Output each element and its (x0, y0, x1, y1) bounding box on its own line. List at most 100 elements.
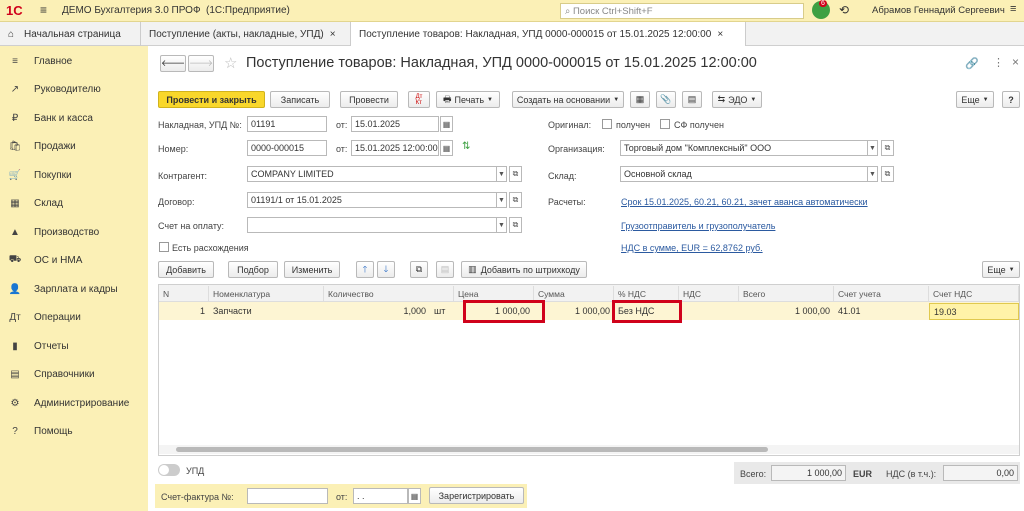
pay-account-field[interactable] (247, 217, 497, 233)
sf-number-field[interactable] (247, 488, 328, 504)
close-icon[interactable]: × (717, 29, 723, 40)
more-button[interactable]: Еще ▼ (956, 91, 994, 108)
post-and-close-button[interactable]: Провести и закрыть (158, 91, 265, 108)
back-button[interactable]: 🡐 (160, 55, 186, 72)
link-icon[interactable]: 🔗 (965, 57, 979, 70)
post-button[interactable]: Провести (340, 91, 398, 108)
chevron-down-icon[interactable]: ▼ (868, 140, 878, 156)
sidebar-item-11[interactable]: ▤ Справочники (0, 364, 148, 386)
open-form-icon[interactable]: ⧉ (509, 217, 522, 233)
discrepancy-checkbox[interactable] (159, 242, 169, 252)
sf-received-checkbox[interactable] (660, 119, 670, 129)
copy-row-button[interactable]: ⧉ (410, 261, 428, 278)
cell-total[interactable]: 1 000,00 (739, 303, 834, 320)
attach-button[interactable]: 📎 (656, 91, 676, 108)
user-name[interactable]: Абрамов Геннадий Сергеевич (872, 5, 1005, 16)
history-icon[interactable]: ⟲ (839, 3, 849, 17)
sidebar-item-13[interactable]: ? Помощь (0, 421, 148, 443)
refresh-green-icon[interactable]: ⇅ (462, 141, 470, 152)
doc-date-field[interactable]: 15.01.2025 12:00:00 (351, 140, 439, 156)
open-form-icon[interactable]: ⧉ (881, 140, 894, 156)
chevron-down-icon[interactable]: ▼ (497, 192, 507, 208)
sidebar-item-1[interactable]: ↗ Руководителю (0, 79, 148, 101)
counterparty-field[interactable]: COMPANY LIMITED (247, 166, 497, 182)
open-form-icon[interactable]: ⧉ (509, 166, 522, 182)
cell-vat[interactable] (679, 303, 739, 320)
calendar-icon[interactable]: ▦ (440, 116, 453, 132)
help-button[interactable]: ? (1002, 91, 1020, 108)
sidebar-item-10[interactable]: ▮ Отчеты (0, 335, 148, 357)
sidebar-item-6[interactable]: ▲ Производство (0, 221, 148, 243)
sidebar-item-9[interactable]: Дт Операции (0, 307, 148, 329)
chevron-down-icon[interactable]: ▼ (497, 166, 507, 182)
column-header[interactable]: Счет учета (834, 286, 929, 302)
structure-button[interactable]: ▦ (630, 91, 650, 108)
warehouse-field[interactable]: Основной склад (620, 166, 868, 182)
h-scrollbar-thumb[interactable] (176, 447, 768, 452)
column-header[interactable]: НДС (679, 286, 739, 302)
sidebar-item-8[interactable]: 👤 Зарплата и кадры (0, 278, 148, 300)
window-menu-icon[interactable]: ≡ (1010, 3, 1016, 15)
cell-qty[interactable]: 1,000 (324, 303, 430, 320)
original-received-checkbox[interactable] (602, 119, 612, 129)
global-search-input[interactable]: ⌕ Поиск Ctrl+Shift+F (560, 3, 804, 19)
sidebar-item-0[interactable]: ≡ Главное (0, 50, 148, 72)
column-header[interactable]: Количество (324, 286, 454, 302)
tab-current-document[interactable]: Поступление товаров: Накладная, УПД 0000… (350, 22, 746, 46)
sidebar-item-5[interactable]: ▦ Склад (0, 193, 148, 215)
sidebar-item-2[interactable]: ₽ Банк и касса (0, 107, 148, 129)
register-button[interactable]: Зарегистрировать (429, 487, 524, 504)
table-more-button[interactable]: Еще ▼ (982, 261, 1020, 278)
open-form-icon[interactable]: ⧉ (881, 166, 894, 182)
invoice-date-field[interactable]: 15.01.2025 (351, 116, 439, 132)
print-button[interactable]: 🖶 Печать ▼ (436, 91, 500, 108)
create-based-on-button[interactable]: Создать на основании ▼ (512, 91, 624, 108)
forward-button[interactable]: 🡒 (188, 55, 214, 72)
sidebar-item-12[interactable]: ⚙ Администрирование (0, 392, 148, 414)
sidebar-item-7[interactable]: ⛟ ОС и НМА (0, 250, 148, 272)
chevron-down-icon[interactable]: ▼ (497, 217, 507, 233)
column-header[interactable]: Номенклатура (209, 286, 324, 302)
report-button[interactable]: ▤ (682, 91, 702, 108)
invoice-number-field[interactable]: 01191 (247, 116, 327, 132)
add-row-button[interactable]: Добавить (158, 261, 214, 278)
shipper-consignee-link[interactable]: Грузоотправитель и грузополучатель (621, 221, 775, 231)
select-button[interactable]: Подбор (228, 261, 278, 278)
open-form-icon[interactable]: ⧉ (509, 192, 522, 208)
contract-field[interactable]: 01191/1 от 15.01.2025 (247, 192, 497, 208)
column-header[interactable]: Сумма (534, 286, 614, 302)
column-header[interactable]: N (159, 286, 209, 302)
app-logo[interactable]: 1С (6, 3, 23, 18)
favorite-star-icon[interactable]: ☆ (224, 54, 237, 72)
column-header[interactable]: Счет НДС (929, 286, 1019, 302)
save-button[interactable]: Записать (270, 91, 330, 108)
tab-receipts-list[interactable]: Поступление (акты, накладные, УПД) × (140, 22, 350, 46)
more-vertical-icon[interactable]: ⋮ (993, 56, 1004, 69)
settlements-link[interactable]: Срок 15.01.2025, 60.21, 60.21, зачет ава… (621, 197, 868, 207)
paste-row-button[interactable]: ▤ (436, 261, 454, 278)
dt-kt-button[interactable]: Дт Кт (408, 91, 430, 108)
calendar-icon[interactable]: ▦ (440, 140, 453, 156)
number-field[interactable]: 0000-000015 (247, 140, 327, 156)
column-header[interactable]: Всего (739, 286, 834, 302)
organization-field[interactable]: Торговый дом "Комплексный" ООО (620, 140, 868, 156)
cell-vat_account[interactable]: 19.03 (929, 303, 1019, 320)
cell-item[interactable]: Запчасти (209, 303, 324, 320)
sf-date-field[interactable]: . . (353, 488, 408, 504)
edo-button[interactable]: ⇆ ЭДО ▼ (712, 91, 762, 108)
cell-n[interactable]: 1 (159, 303, 209, 320)
sidebar-item-4[interactable]: 🛒 Покупки (0, 164, 148, 186)
barcode-button[interactable]: ▥ Добавить по штрихкоду (461, 261, 587, 278)
tab-home[interactable]: ⌂ Начальная страница (0, 22, 140, 46)
menu-icon[interactable]: ≡ (40, 3, 47, 17)
calendar-icon[interactable]: ▦ (408, 488, 421, 504)
close-icon[interactable]: × (1012, 55, 1019, 69)
close-icon[interactable]: × (330, 29, 336, 40)
cell-sum[interactable]: 1 000,00 (534, 303, 614, 320)
move-down-button[interactable]: 🡓 (377, 261, 395, 278)
chevron-down-icon[interactable]: ▼ (868, 166, 878, 182)
vat-amount-link[interactable]: НДС в сумме, EUR = 62,8762 руб. (621, 243, 763, 253)
edit-button[interactable]: Изменить (284, 261, 340, 278)
sidebar-item-3[interactable]: 🛍 Продажи (0, 136, 148, 158)
move-up-button[interactable]: 🡑 (356, 261, 374, 278)
